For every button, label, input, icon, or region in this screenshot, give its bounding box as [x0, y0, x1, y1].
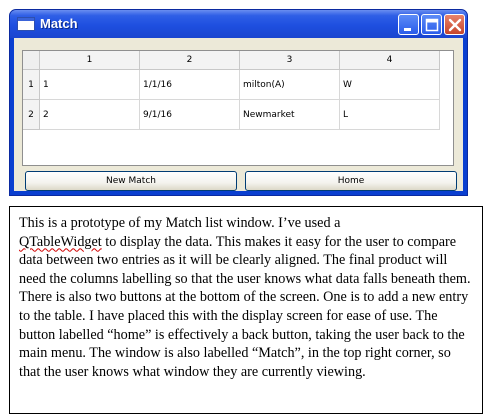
new-match-button[interactable]: New Match — [25, 171, 237, 191]
maximize-icon — [425, 18, 439, 32]
window-icon — [17, 17, 35, 31]
table-cell[interactable]: milton(A) — [240, 70, 340, 100]
column-header[interactable]: 3 — [240, 51, 340, 70]
table-cell[interactable]: L — [340, 100, 440, 130]
column-header[interactable]: 4 — [340, 51, 440, 70]
close-button[interactable] — [444, 14, 465, 35]
match-table[interactable]: 1 2 3 4 1 2 1 1/1/16 milton(A) W 2 9/1/1… — [22, 50, 454, 166]
table-cell[interactable]: 2 — [40, 100, 140, 130]
row-header[interactable]: 1 — [23, 70, 40, 100]
minimize-icon — [404, 28, 411, 31]
window-title: Match — [40, 16, 78, 31]
column-header[interactable]: 2 — [140, 51, 240, 70]
maximize-button[interactable] — [421, 14, 442, 35]
table-cell[interactable]: Newmarket — [240, 100, 340, 130]
minimize-button[interactable] — [398, 14, 419, 35]
description-text-box: This is a prototype of my Match list win… — [9, 206, 483, 414]
close-icon — [448, 18, 462, 32]
table-corner-button[interactable] — [23, 51, 40, 70]
table-cell[interactable]: 1/1/16 — [140, 70, 240, 100]
row-header[interactable]: 2 — [23, 100, 40, 130]
description-text: This is a prototype of my Match list win… — [19, 215, 341, 231]
table-cell[interactable]: 9/1/16 — [140, 100, 240, 130]
match-window: Match 1 2 3 4 1 2 1 1/1/16 milton(A) W 2… — [9, 9, 468, 196]
column-header[interactable]: 1 — [40, 51, 140, 70]
description-text-continued: to display the data. This makes it easy … — [19, 233, 471, 380]
table-cell[interactable]: W — [340, 70, 440, 100]
description-widget-name: QTableWidget — [19, 233, 102, 250]
home-button[interactable]: Home — [245, 171, 457, 191]
table-cell[interactable]: 1 — [40, 70, 140, 100]
window-client-area: 1 2 3 4 1 2 1 1/1/16 milton(A) W 2 9/1/1… — [14, 38, 463, 191]
title-bar[interactable]: Match — [10, 10, 467, 38]
